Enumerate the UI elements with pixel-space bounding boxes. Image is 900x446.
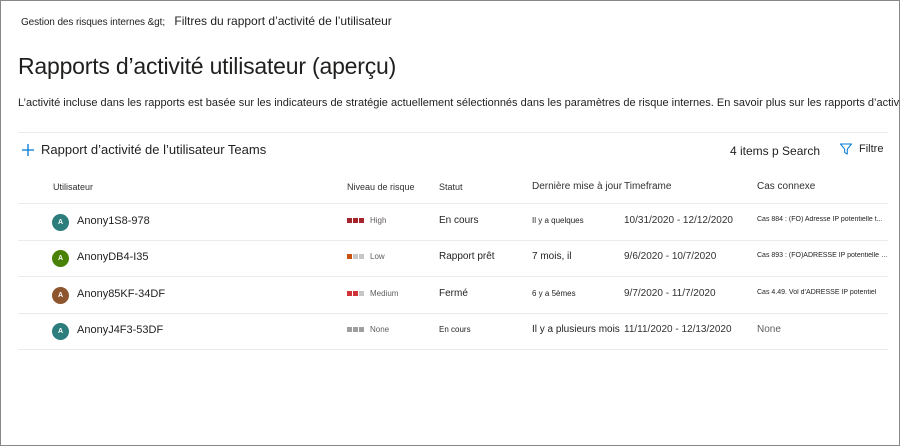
avatar: A <box>52 250 69 267</box>
risk-bars <box>347 218 364 223</box>
user-name: Anony85KF-34DF <box>77 288 166 300</box>
items-count: 4 items p Search <box>730 144 821 158</box>
timeframe: 9/7/2020 - 11/7/2020 <box>624 288 716 299</box>
last-updated: Il y a plusieurs mois <box>532 324 620 335</box>
related-case: None <box>757 324 781 335</box>
related-case[interactable]: Cas 884 : (FO) Adresse IP potentielle t.… <box>757 216 883 223</box>
column-header-user[interactable]: Utilisateur <box>53 182 93 192</box>
avatar: A <box>52 323 69 340</box>
table-row[interactable]: A Anony85KF-34DF Medium Fermé 6 y a 5ème… <box>18 277 888 314</box>
status: En cours <box>439 215 479 226</box>
last-updated: 6 y a 5èmes <box>532 289 576 298</box>
app-frame: Gestion des risques internes &gt; Filtre… <box>0 0 900 446</box>
last-updated: Il y a quelques <box>532 216 584 225</box>
risk-label: Medium <box>370 289 399 298</box>
related-case[interactable]: Cas 4.49. Vol d’ADRESSE IP potentiel <box>757 289 876 296</box>
risk-label: Low <box>370 252 385 261</box>
avatar: A <box>52 214 69 231</box>
column-header-case[interactable]: Cas connexe <box>757 181 815 192</box>
column-header-updated[interactable]: Dernière mise à jour <box>532 181 622 192</box>
user-name: Anony1S8-978 <box>77 215 150 227</box>
table-row[interactable]: A AnonyJ4F3-53DF None En cours Il y a pl… <box>18 313 888 350</box>
breadcrumb-parent[interactable]: Gestion des risques internes &gt; <box>21 17 165 28</box>
avatar: A <box>52 287 69 304</box>
user-name: AnonyJ4F3-53DF <box>77 324 164 336</box>
add-report-label: Rapport d’activité de l’utilisateur Team… <box>41 142 267 157</box>
filter-icon <box>840 143 852 155</box>
risk-level: High <box>347 216 386 225</box>
table-header: Utilisateur Niveau de risque Statut Dern… <box>18 171 888 204</box>
plus-icon <box>22 143 34 156</box>
breadcrumb-current: Filtres du rapport d’activité de l’utili… <box>174 14 392 28</box>
risk-bars <box>347 327 364 332</box>
page-description: L’activité incluse dans les rapports est… <box>18 97 900 109</box>
last-updated: 7 mois, il <box>532 251 572 262</box>
status: En cours <box>439 325 471 334</box>
status: Rapport prêt <box>439 251 495 262</box>
risk-bars <box>347 254 364 259</box>
table-row[interactable]: A Anony1S8-978 High En cours Il y a quel… <box>18 204 888 241</box>
column-header-risk[interactable]: Niveau de risque <box>347 182 415 192</box>
related-case[interactable]: Cas 893 : (FO)ADRESSE IP potentielle de … <box>757 252 888 259</box>
page-title: Rapports d’activité utilisateur (aperçu) <box>18 53 397 79</box>
breadcrumb: Gestion des risques internes &gt; Filtre… <box>21 14 392 28</box>
divider <box>18 132 888 133</box>
risk-level: Low <box>347 252 385 261</box>
risk-label: None <box>370 325 390 334</box>
filter-label: Filtre <box>859 143 884 155</box>
timeframe: 11/11/2020 - 12/13/2020 <box>624 324 732 335</box>
timeframe: 10/31/2020 - 12/12/2020 <box>624 215 733 226</box>
user-name: AnonyDB4-I35 <box>77 251 149 263</box>
add-report-button[interactable]: Rapport d’activité de l’utilisateur Team… <box>21 142 266 157</box>
column-header-status[interactable]: Statut <box>439 182 463 192</box>
risk-level: None <box>347 325 389 334</box>
filter-button[interactable]: Filtre <box>839 142 883 156</box>
status: Fermé <box>439 288 468 299</box>
risk-label: High <box>370 216 387 225</box>
risk-bars <box>347 291 364 296</box>
timeframe: 9/6/2020 - 10/7/2020 <box>624 251 717 262</box>
column-header-timeframe[interactable]: Timeframe <box>624 181 671 192</box>
risk-level: Medium <box>347 289 398 298</box>
table-row[interactable]: A AnonyDB4-I35 Low Rapport prêt 7 mois, … <box>18 240 888 277</box>
